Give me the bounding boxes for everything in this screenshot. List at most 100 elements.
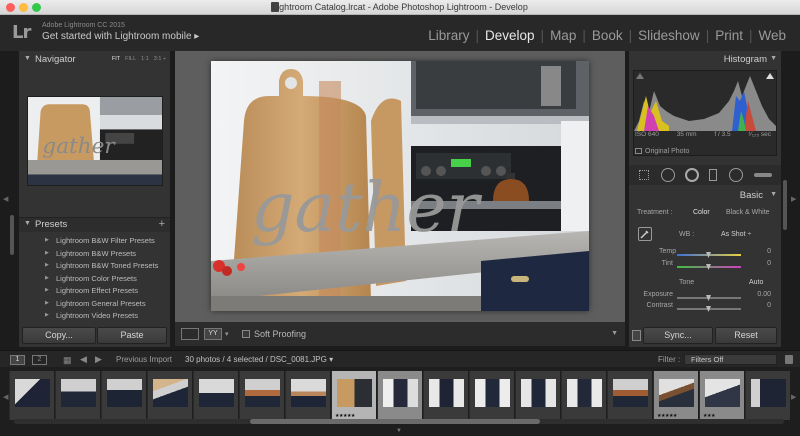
- zoom-fill[interactable]: FILL: [125, 56, 136, 62]
- expand-triangle-icon[interactable]: ▶: [45, 250, 49, 256]
- white-balance-eyedropper-icon[interactable]: [638, 227, 652, 241]
- secondary-window-button[interactable]: 2: [32, 355, 47, 365]
- filmstrip-thumbnail[interactable]: [101, 371, 146, 420]
- radial-filter-icon[interactable]: [729, 168, 743, 182]
- module-print[interactable]: Print: [709, 28, 749, 43]
- histogram-header[interactable]: Histogram ▼: [629, 53, 781, 67]
- navigator-header[interactable]: ▼ Navigator FIT FILL 1:1 3:1 ÷: [19, 53, 170, 67]
- preset-folder[interactable]: ▶ Lightroom B&W Toned Presets: [19, 260, 170, 272]
- expand-triangle-icon[interactable]: ▶: [45, 237, 49, 243]
- temp-slider[interactable]: [677, 252, 741, 258]
- filter-lock-icon[interactable]: [785, 355, 793, 364]
- reset-button[interactable]: Reset: [715, 327, 777, 344]
- forward-arrow-icon[interactable]: ▶: [95, 354, 102, 365]
- loupe-view-icon[interactable]: [181, 328, 199, 340]
- add-preset-icon[interactable]: +: [159, 218, 165, 230]
- collapse-triangle-icon[interactable]: ▼: [770, 191, 777, 198]
- crop-overlay-icon[interactable]: [639, 170, 649, 180]
- main-window-button[interactable]: 1: [10, 355, 25, 365]
- filmstrip-thumbnail[interactable]: [147, 371, 192, 420]
- filmstrip-thumbnail[interactable]: [377, 371, 422, 420]
- collapse-triangle-icon[interactable]: ▼: [24, 220, 31, 227]
- module-slideshow[interactable]: Slideshow: [632, 28, 706, 43]
- filmstrip-thumbnail[interactable]: [193, 371, 238, 420]
- main-photo[interactable]: gather: [211, 61, 589, 311]
- copy-settings-button[interactable]: Copy...: [22, 327, 96, 344]
- module-library[interactable]: Library: [422, 28, 475, 43]
- sync-button[interactable]: Sync...: [643, 327, 713, 344]
- left-panel-toggle-icon[interactable]: ◀: [3, 195, 8, 203]
- tint-value[interactable]: 0: [767, 260, 771, 267]
- auto-tone-button[interactable]: Auto: [749, 279, 763, 286]
- exposure-slider[interactable]: [677, 295, 741, 301]
- filmstrip-thumbnail[interactable]: [285, 371, 330, 420]
- filmstrip-thumbnail[interactable]: ★★★★★: [653, 371, 698, 420]
- filmstrip-thumbnail[interactable]: [423, 371, 468, 420]
- expand-triangle-icon[interactable]: ▶: [45, 262, 49, 268]
- module-map[interactable]: Map: [544, 28, 582, 43]
- graduated-filter-icon[interactable]: [709, 169, 717, 181]
- histogram[interactable]: [633, 70, 777, 156]
- highlight-clipping-icon[interactable]: [766, 73, 774, 79]
- filmstrip-thumbnail[interactable]: [55, 371, 100, 420]
- preset-folder[interactable]: ▶ Lightroom Color Presets: [19, 273, 170, 285]
- left-panel-scrollbar[interactable]: [10, 215, 14, 255]
- wb-preset-select[interactable]: As Shot ÷: [721, 231, 751, 238]
- contrast-slider[interactable]: [677, 306, 741, 312]
- temp-slider-thumb[interactable]: [706, 252, 711, 258]
- adjustment-brush-icon[interactable]: [754, 173, 772, 177]
- navigator-preview[interactable]: gather: [27, 96, 163, 186]
- original-photo-toggle[interactable]: Original Photo: [635, 148, 689, 155]
- before-after-button[interactable]: YY: [204, 328, 222, 340]
- exposure-slider-thumb[interactable]: [706, 295, 711, 301]
- filmstrip-thumbnail[interactable]: [515, 371, 560, 420]
- contrast-value[interactable]: 0: [767, 302, 771, 309]
- filmstrip-photo-count[interactable]: 30 photos / 4 selected / DSC_0081.JPG ▾: [185, 355, 333, 364]
- treatment-bw-option[interactable]: Black & White: [726, 209, 770, 216]
- filmstrip-thumbnail[interactable]: [607, 371, 652, 420]
- module-develop[interactable]: Develop: [479, 28, 541, 43]
- temp-value[interactable]: 0: [767, 248, 771, 255]
- expand-triangle-icon[interactable]: ▶: [45, 275, 49, 281]
- filmstrip-source[interactable]: Previous Import: [116, 355, 172, 364]
- right-panel-toggle-icon[interactable]: ▶: [791, 195, 796, 203]
- treatment-color-option[interactable]: Color: [693, 209, 710, 216]
- before-after-dropdown-icon[interactable]: ▾: [225, 330, 229, 338]
- filmstrip-scroll-right-icon[interactable]: ▶: [791, 393, 796, 401]
- filmstrip-thumbnail[interactable]: [561, 371, 606, 420]
- spot-removal-icon[interactable]: [661, 168, 675, 182]
- soft-proofing-checkbox[interactable]: [242, 330, 250, 338]
- filmstrip-thumbnail[interactable]: ★★★: [699, 371, 744, 420]
- zoom-3-1[interactable]: 3:1 ÷: [154, 56, 166, 62]
- preset-folder[interactable]: ▶ Lightroom B&W Filter Presets: [19, 235, 170, 247]
- paste-settings-button[interactable]: Paste: [97, 327, 167, 344]
- tint-slider[interactable]: [677, 264, 741, 270]
- presets-header[interactable]: ▼ Presets +: [19, 217, 170, 232]
- preset-folder[interactable]: ▶ Lightroom Effect Presets: [19, 285, 170, 297]
- tint-slider-thumb[interactable]: [706, 264, 711, 270]
- filmstrip-scroll-left-icon[interactable]: ◀: [3, 393, 8, 401]
- basic-panel-header[interactable]: Basic ▼: [629, 189, 781, 203]
- filmstrip-thumbnail[interactable]: [9, 371, 54, 420]
- expand-triangle-icon[interactable]: ▶: [45, 300, 49, 306]
- get-started-mobile-link[interactable]: Get started with Lightroom mobile ▸: [42, 31, 199, 42]
- filmstrip-toggle-icon[interactable]: ▼: [396, 428, 402, 434]
- back-arrow-icon[interactable]: ◀: [80, 354, 87, 365]
- filmstrip-thumbnail[interactable]: [469, 371, 514, 420]
- module-book[interactable]: Book: [586, 28, 629, 43]
- filmstrip-thumbnail[interactable]: ★★★★★: [331, 371, 376, 420]
- exposure-value[interactable]: 0.00: [757, 291, 771, 298]
- sync-toggle-switch[interactable]: [632, 330, 641, 341]
- collapse-triangle-icon[interactable]: ▼: [770, 55, 777, 62]
- filmstrip-thumbnail[interactable]: [745, 371, 790, 420]
- loupe-view[interactable]: gather: [175, 51, 625, 322]
- red-eye-correction-icon[interactable]: [685, 168, 699, 182]
- toolbar-menu-icon[interactable]: ▼: [611, 330, 618, 337]
- collapse-triangle-icon[interactable]: ▼: [24, 55, 31, 62]
- preset-folder[interactable]: ▶ Lightroom General Presets: [19, 298, 170, 310]
- right-panel-scrollbar[interactable]: [783, 180, 787, 230]
- filmstrip-thumbnail[interactable]: [239, 371, 284, 420]
- module-web[interactable]: Web: [752, 28, 792, 43]
- zoom-1-1[interactable]: 1:1: [141, 56, 149, 62]
- expand-triangle-icon[interactable]: ▶: [45, 312, 49, 318]
